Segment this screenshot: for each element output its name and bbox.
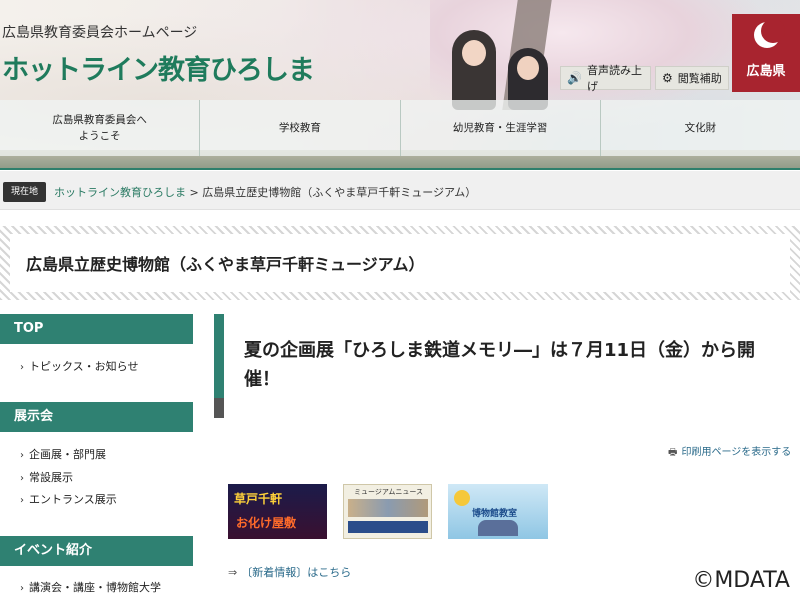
thumbnail-text: 草戸千軒	[234, 492, 283, 506]
prefecture-emblem-icon	[754, 19, 785, 48]
thumbnail-text: 博物館教室	[472, 509, 518, 519]
print-page-label: 印刷用ページを表示する	[681, 447, 792, 458]
sidebar-link-lectures[interactable]: › 講演会・講座・博物館大学	[20, 579, 161, 595]
new-info-link[interactable]: ⇒ 〔新着情報〕はこちら	[228, 564, 351, 580]
student-photo	[452, 30, 496, 110]
read-aloud-button[interactable]: 🔊 音声読み上げ	[560, 64, 651, 93]
new-info-label: 〔新着情報〕はこちら	[241, 566, 352, 579]
global-nav: 広島県教育委員会へ ようこそ 学校教育 幼児教育・生涯学習 文化財	[0, 100, 800, 156]
sun-icon	[454, 490, 470, 506]
print-page-link[interactable]: 🖶 印刷用ページを表示する	[668, 443, 791, 462]
browse-assist-label: 閲覧補助	[677, 72, 722, 85]
sidebar-link-label: 企画展・部門展	[29, 448, 106, 461]
sidebar-link-permanent-exhibition[interactable]: › 常設展示	[20, 469, 73, 485]
nav-item-label: 文化財	[684, 122, 717, 134]
chevron-right-icon: ›	[20, 473, 24, 484]
breadcrumb-path: ホットライン教育ひろしま > 広島県立歴史博物館（ふくやま草戸千軒ミュージアム）	[54, 184, 476, 200]
sidebar-link-label: 常設展示	[29, 471, 73, 484]
headline-accent-bar	[214, 314, 224, 418]
nav-item-school-education[interactable]: 学校教育	[200, 100, 401, 156]
browse-assist-button[interactable]: ⚙ 閲覧補助	[655, 66, 729, 90]
breadcrumb-separator: >	[189, 186, 199, 199]
watermark: ©MDATA	[692, 568, 790, 593]
exhibition-thumbnail-haunted-house[interactable]: 草戸千軒 お化け屋敷	[228, 484, 327, 539]
breadcrumb-home-link[interactable]: ホットライン教育ひろしま	[54, 186, 186, 199]
thumbnail-image-band	[348, 499, 428, 517]
nav-item-early-lifelong[interactable]: 幼児教育・生涯学習	[400, 100, 601, 156]
arrow-right-icon: ⇒	[228, 566, 238, 579]
sidebar-link-entrance-exhibition[interactable]: › エントランス展示	[20, 491, 117, 507]
thumbnail-figure	[478, 520, 518, 536]
thumbnail-text: ミュージアムニュース	[353, 488, 424, 496]
nav-item-label: 学校教育	[278, 122, 321, 134]
article-headline: 夏の企画展「ひろしま鉄道メモリ―」は７月11日（金）から開催！	[244, 340, 756, 390]
sidebar-link-label: トピックス・お知らせ	[29, 360, 139, 373]
article-headline-block: 夏の企画展「ひろしま鉄道メモリ―」は７月11日（金）から開催！	[214, 314, 800, 418]
breadcrumb-current: 広島県立歴史博物館（ふくやま草戸千軒ミュージアム）	[202, 186, 477, 199]
breadcrumb: 現在地 ホットライン教育ひろしま > 広島県立歴史博物館（ふくやま草戸千軒ミュー…	[0, 171, 800, 210]
speaker-icon: 🔊	[567, 71, 582, 85]
thumbnail-image-footer	[348, 521, 428, 533]
thumbnail-text: お化け屋敷	[236, 516, 297, 530]
hiroshima-logo[interactable]: 広島県	[732, 14, 800, 92]
page-title-frame: 広島県立歴史博物館（ふくやま草戸千軒ミュージアム）	[0, 226, 800, 300]
nav-item-label: 広島県教育委員会へ ようこそ	[52, 114, 147, 142]
sidebar-link-topics[interactable]: › トピックス・お知らせ	[20, 358, 138, 374]
logo-text: 広島県	[746, 64, 786, 79]
nav-item-welcome[interactable]: 広島県教育委員会へ ようこそ	[0, 100, 201, 156]
chevron-right-icon: ›	[20, 495, 24, 506]
gear-icon: ⚙	[662, 71, 673, 85]
museum-news-thumbnail[interactable]: ミュージアムニュース	[343, 484, 432, 539]
header-divider	[0, 168, 800, 170]
printer-icon: 🖶	[668, 447, 678, 458]
nav-item-cultural-properties[interactable]: 文化財	[600, 100, 800, 156]
header-banner: 広島県教育委員会ホームページ ホットライン教育ひろしま 広島県 🔊 音声読み上げ…	[0, 0, 800, 170]
sidebar-heading-events[interactable]: イベント紹介	[0, 536, 193, 566]
chevron-right-icon: ›	[20, 583, 24, 594]
sidebar-heading-top[interactable]: TOP	[0, 314, 193, 344]
site-subtitle: 広島県教育委員会ホームページ	[2, 25, 198, 41]
sidebar-link-label: エントランス展示	[29, 493, 117, 506]
page-title: 広島県立歴史博物館（ふくやま草戸千軒ミュージアム）	[10, 234, 790, 292]
sidebar-link-label: 講演会・講座・博物館大学	[29, 581, 161, 594]
sidebar-heading-exhibitions[interactable]: 展示会	[0, 402, 193, 432]
chevron-right-icon: ›	[20, 362, 24, 373]
breadcrumb-label: 現在地	[3, 182, 47, 202]
sidebar-link-special-exhibitions[interactable]: › 企画展・部門展	[20, 446, 106, 462]
site-title-link[interactable]: ホットライン教育ひろしま	[2, 48, 315, 87]
nav-item-label: 幼児教育・生涯学習	[452, 122, 548, 134]
read-aloud-label: 音声読み上げ	[586, 64, 642, 93]
chevron-right-icon: ›	[20, 450, 24, 461]
museum-classroom-thumbnail[interactable]: 博物館教室	[448, 484, 548, 539]
